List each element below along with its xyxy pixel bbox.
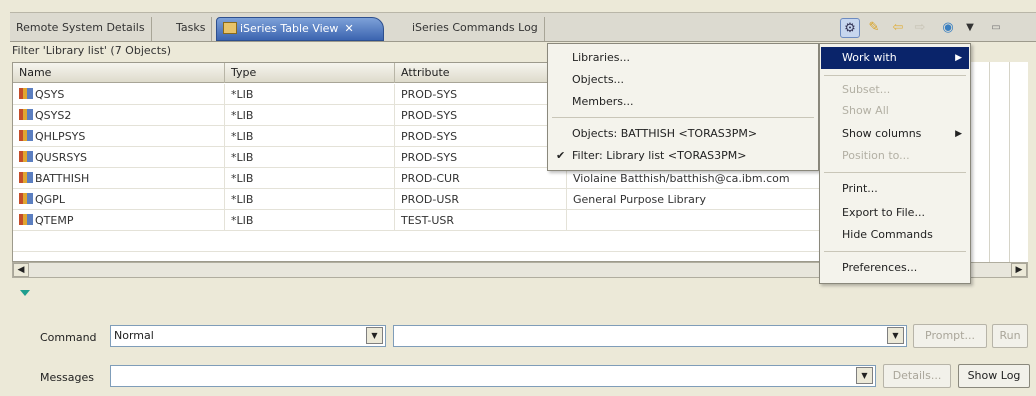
view-menu-icon[interactable]: ⚙ [840,18,860,38]
cell-type: *LIB [225,168,395,189]
cell-name: QSYS [13,84,225,105]
menu-item-show-all[interactable]: Show All [842,100,889,122]
messages-field[interactable] [110,365,876,387]
cell-name: QSYS2 [13,105,225,126]
chevron-down-icon[interactable]: ▼ [366,327,383,344]
cell-attribute: PROD-CUR [395,168,567,189]
tab-label: iSeries Table View [240,22,339,35]
cell-name: QUSRSYS [13,147,225,168]
command-input[interactable] [393,325,907,347]
close-tab-icon[interactable]: ✕ [344,22,353,35]
chevron-down-icon[interactable]: ▼ [887,327,904,344]
library-icon [19,193,33,204]
view-menu: Libraries... Objects... Members... Objec… [547,43,819,171]
check-icon: ✔ [556,149,566,162]
cell-type: *LIB [225,105,395,126]
table-view-icon [223,22,237,34]
show-log-button[interactable]: Show Log [958,364,1030,388]
menu-item-show-columns[interactable]: Show columns [842,123,921,145]
cell-type: *LIB [225,84,395,105]
command-mode-select[interactable]: Normal [110,325,386,347]
menu-item-members[interactable]: Members... [572,91,633,113]
tab-iseries-table-view[interactable]: iSeries Table View ✕ [216,17,384,41]
menu-item-subset[interactable]: Subset... [842,79,890,101]
filter-summary: Filter 'Library list' (7 Objects) [12,44,172,57]
minimize-icon[interactable]: ▭ [986,18,1006,38]
menu-item-work-with[interactable]: Work with [842,47,897,69]
grid-line [1009,62,1010,262]
back-arrow-icon[interactable]: ⇦ [888,18,908,38]
command-label: Command [40,331,97,344]
cell-text: Violaine Batthish/batthish@ca.ibm.com [567,168,827,189]
refresh-icon[interactable]: ◉ [938,18,958,38]
cell-attribute: PROD-SYS [395,105,567,126]
tab-iseries-commands-log[interactable]: iSeries Commands Log [406,17,545,41]
menu-item-libraries[interactable]: Libraries... [572,47,630,69]
menu-separator [824,251,966,252]
library-icon [19,214,33,225]
cell-attribute: PROD-USR [395,189,567,210]
scroll-right-icon[interactable]: ▶ [1011,263,1027,277]
library-icon [19,130,33,141]
cell-attribute: TEST-USR [395,210,567,231]
menu-item-print[interactable]: Print... [842,178,878,200]
cell-type: *LIB [225,126,395,147]
cell-name: BATTHISH [13,168,225,189]
menu-item-export[interactable]: Export to File... [842,202,925,224]
cell-name: QGPL [13,189,225,210]
dropdown-arrow-icon[interactable]: ▼ [960,18,980,38]
menu-item-objects[interactable]: Objects... [572,69,624,91]
grid-line [989,62,990,262]
cell-type: *LIB [225,210,395,231]
details-button[interactable]: Details... [883,364,951,388]
cell-type: *LIB [225,147,395,168]
submenu-arrow-icon: ▶ [955,53,962,63]
menu-separator [824,75,966,76]
menu-separator [824,172,966,173]
collapse-command-area-icon[interactable] [20,290,30,296]
view-tab-bar: Remote System Details Tasks iSeries Tabl… [10,12,1036,42]
forward-arrow-icon[interactable]: ⇨ [910,18,930,38]
cell-name: QTEMP [13,210,225,231]
tab-remote-system-details[interactable]: Remote System Details [10,17,152,41]
link-icon[interactable]: ✎ [864,18,884,38]
cell-attribute: PROD-SYS [395,126,567,147]
cell-name: QHLPSYS [13,126,225,147]
messages-label: Messages [40,371,94,384]
tab-tasks[interactable]: Tasks [170,17,213,41]
cell-type: *LIB [225,189,395,210]
chevron-down-icon[interactable]: ▼ [856,367,873,384]
cell-text: General Purpose Library [567,189,827,210]
menu-item-preferences[interactable]: Preferences... [842,257,917,279]
submenu-arrow-icon: ▶ [955,129,962,139]
library-icon [19,172,33,183]
menu-item-position-to[interactable]: Position to... [842,145,910,167]
column-header-attribute[interactable]: Attribute [395,63,567,83]
column-header-name[interactable]: Name [13,63,225,83]
cell-attribute: PROD-SYS [395,147,567,168]
menu-item-filter-objects[interactable]: Objects: BATTHISH <TORAS3PM> [572,123,757,145]
library-icon [19,88,33,99]
run-button[interactable]: Run [992,324,1028,348]
cell-text [567,210,827,231]
actions-menu: Work with ▶ Subset... Show All Show colu… [819,43,971,284]
menu-item-hide-commands[interactable]: Hide Commands [842,224,933,246]
table-extra-columns [971,62,1028,262]
cell-attribute: PROD-SYS [395,84,567,105]
menu-separator [552,117,814,118]
library-icon [19,151,33,162]
scroll-left-icon[interactable]: ◀ [13,263,29,277]
column-header-type[interactable]: Type [225,63,395,83]
prompt-button[interactable]: Prompt... [913,324,987,348]
menu-item-filter-library-list[interactable]: Filter: Library list <TORAS3PM> [572,145,747,167]
library-icon [19,109,33,120]
